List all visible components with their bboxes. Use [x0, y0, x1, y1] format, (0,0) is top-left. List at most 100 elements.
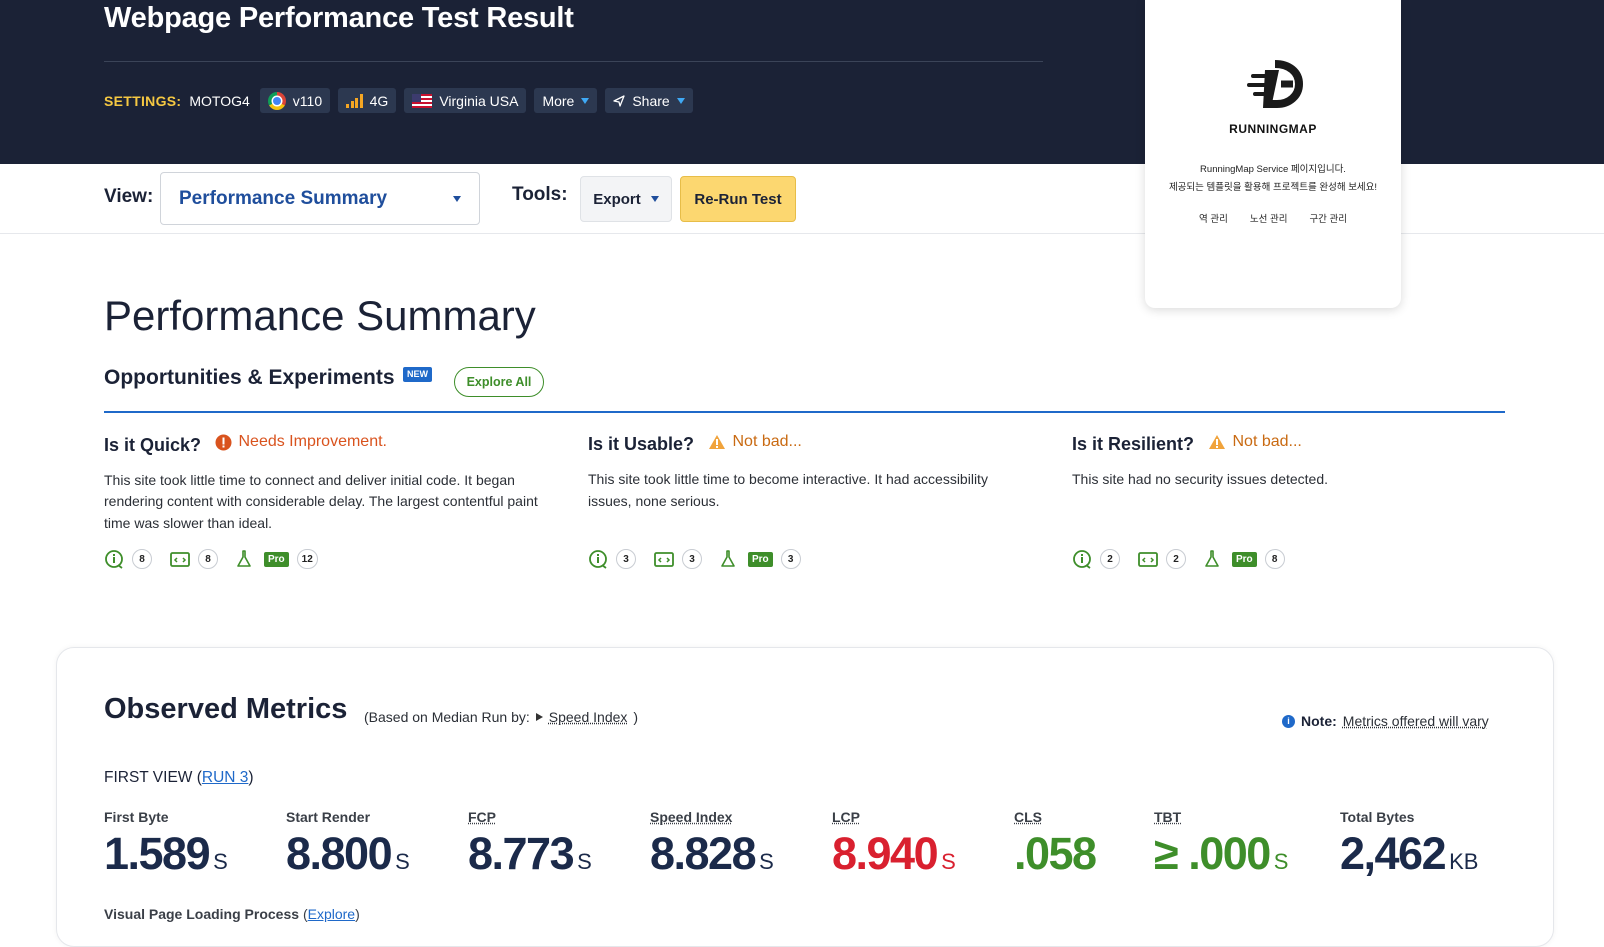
quick-column: Is it Quick? Needs Improvement. This sit… [104, 433, 544, 534]
chevron-down-icon [651, 196, 659, 202]
popup-line-2: 제공되는 템플릿을 활용해 프로젝트를 완성해 보세요! [1145, 179, 1401, 193]
metric-label[interactable]: Speed Index [650, 809, 774, 825]
observation-icon[interactable] [104, 549, 124, 569]
opportunities-title: Opportunities & Experiments [104, 366, 395, 390]
export-button[interactable]: Export [580, 176, 672, 222]
metric-speed-index: Speed Index 8.828 S [650, 809, 774, 889]
view-select[interactable]: Performance Summary [160, 172, 480, 225]
metric-label[interactable]: FCP [468, 809, 592, 825]
metric-label: Start Render [286, 809, 410, 825]
metric-value: 1.589 S [104, 827, 228, 889]
metric-label[interactable]: TBT [1154, 809, 1288, 825]
experiment-flask-icon[interactable] [236, 549, 256, 569]
settings-bar: SETTINGS: MOTOG4 v110 4G Virginia USA Mo… [104, 87, 693, 114]
median-run-info: (Based on Median Run by: Speed Index) [364, 709, 638, 725]
quick-heading[interactable]: Is it Quick? [104, 435, 201, 456]
observation-icon[interactable] [588, 549, 608, 569]
opportunities-divider [104, 411, 1505, 413]
pro-badge: Pro [264, 552, 289, 567]
warning-triangle-icon [708, 434, 726, 450]
more-button[interactable]: More [534, 88, 597, 113]
median-run-suffix: ) [633, 709, 638, 725]
send-icon [613, 95, 625, 107]
runningmap-logo [1245, 58, 1303, 114]
section-title: Performance Summary [104, 292, 536, 340]
run-3-link[interactable]: RUN 3 [202, 769, 249, 786]
metric-label[interactable]: CLS [1014, 809, 1100, 825]
metric-label[interactable]: LCP [832, 809, 956, 825]
location-label: Virginia USA [439, 93, 518, 109]
browser-chip: v110 [260, 88, 330, 113]
observation-count: 8 [132, 549, 152, 569]
popup-brand: RUNNINGMAP [1145, 122, 1401, 136]
metric-fcp: FCP 8.773 S [468, 809, 592, 889]
median-run-prefix: (Based on Median Run by: [364, 709, 530, 725]
usable-heading[interactable]: Is it Usable? [588, 434, 694, 455]
tip-count: 3 [682, 549, 702, 569]
share-label: Share [632, 93, 669, 109]
section-link[interactable]: 구간 관리 [1309, 211, 1347, 225]
usable-column: Is it Usable? Not bad... This site took … [588, 433, 1028, 512]
info-icon: i [1282, 715, 1295, 728]
pro-count: 12 [297, 549, 318, 569]
resilient-column: Is it Resilient? Not bad... This site ha… [1072, 433, 1512, 491]
metric-value: ≥ .000 S [1154, 827, 1288, 889]
quick-description: This site took little time to connect an… [104, 470, 544, 535]
resilient-status: Not bad... [1208, 433, 1301, 451]
observation-count: 2 [1100, 549, 1120, 569]
metric-value: .058 [1014, 827, 1100, 889]
device-label: MOTOG4 [189, 93, 249, 109]
connection-label: 4G [370, 93, 389, 109]
warning-triangle-icon [1208, 434, 1226, 450]
browser-version: v110 [293, 93, 322, 109]
chevron-down-icon [677, 98, 685, 104]
observed-metrics-title: Observed Metrics [104, 693, 347, 726]
quick-counts: 8 8 Pro 12 [104, 549, 328, 569]
resilient-description: This site had no security issues detecte… [1072, 469, 1512, 491]
metric-lcp: LCP 8.940 S [832, 809, 956, 889]
location-chip: Virginia USA [404, 88, 526, 113]
metric-total-bytes: Total Bytes 2,462 KB [1340, 809, 1478, 889]
visual-loading-heading: Visual Page Loading Process (Explore) [104, 906, 360, 922]
popup-links: 역 관리 노선 관리 구간 관리 [1145, 211, 1401, 225]
metric-tbt: TBT ≥ .000 S [1154, 809, 1288, 889]
pro-badge: Pro [1232, 552, 1257, 567]
code-tip-icon[interactable] [1138, 550, 1158, 568]
new-badge: NEW [403, 367, 432, 382]
explore-link[interactable]: Explore [308, 906, 355, 922]
usable-status-text: Not bad... [732, 433, 801, 451]
quick-status-text: Needs Improvement. [238, 433, 387, 451]
play-icon [536, 713, 543, 721]
connection-chip: 4G [338, 88, 396, 113]
resilient-heading[interactable]: Is it Resilient? [1072, 434, 1194, 455]
metric-value: 8.773 S [468, 827, 592, 889]
median-metric-link[interactable]: Speed Index [549, 709, 628, 725]
more-label: More [542, 93, 574, 109]
resilient-status-text: Not bad... [1232, 433, 1301, 451]
note-text[interactable]: Metrics offered will vary [1343, 713, 1489, 729]
usable-counts: 3 3 Pro 3 [588, 549, 811, 569]
experiment-flask-icon[interactable] [1204, 549, 1224, 569]
export-label: Export [593, 191, 641, 208]
us-flag-icon [412, 94, 432, 108]
station-link[interactable]: 역 관리 [1199, 211, 1228, 225]
settings-label: SETTINGS: [104, 93, 181, 109]
metric-label: Total Bytes [1340, 809, 1478, 825]
usable-status: Not bad... [708, 433, 801, 451]
pro-count: 8 [1265, 549, 1285, 569]
explore-all-button[interactable]: Explore All [454, 367, 544, 397]
observed-metrics-card [56, 647, 1554, 947]
experiment-flask-icon[interactable] [720, 549, 740, 569]
code-tip-icon[interactable] [654, 550, 674, 568]
share-button[interactable]: Share [605, 88, 692, 113]
metric-value: 8.940 S [832, 827, 956, 889]
quick-status: Needs Improvement. [215, 433, 387, 451]
rerun-test-button[interactable]: Re-Run Test [680, 176, 796, 222]
line-link[interactable]: 노선 관리 [1250, 211, 1288, 225]
observation-icon[interactable] [1072, 549, 1092, 569]
metrics-note: i Note: Metrics offered will vary [1282, 713, 1489, 729]
code-tip-icon[interactable] [170, 550, 190, 568]
observation-count: 3 [616, 549, 636, 569]
header-divider [104, 61, 1043, 62]
chevron-down-icon [453, 196, 461, 202]
